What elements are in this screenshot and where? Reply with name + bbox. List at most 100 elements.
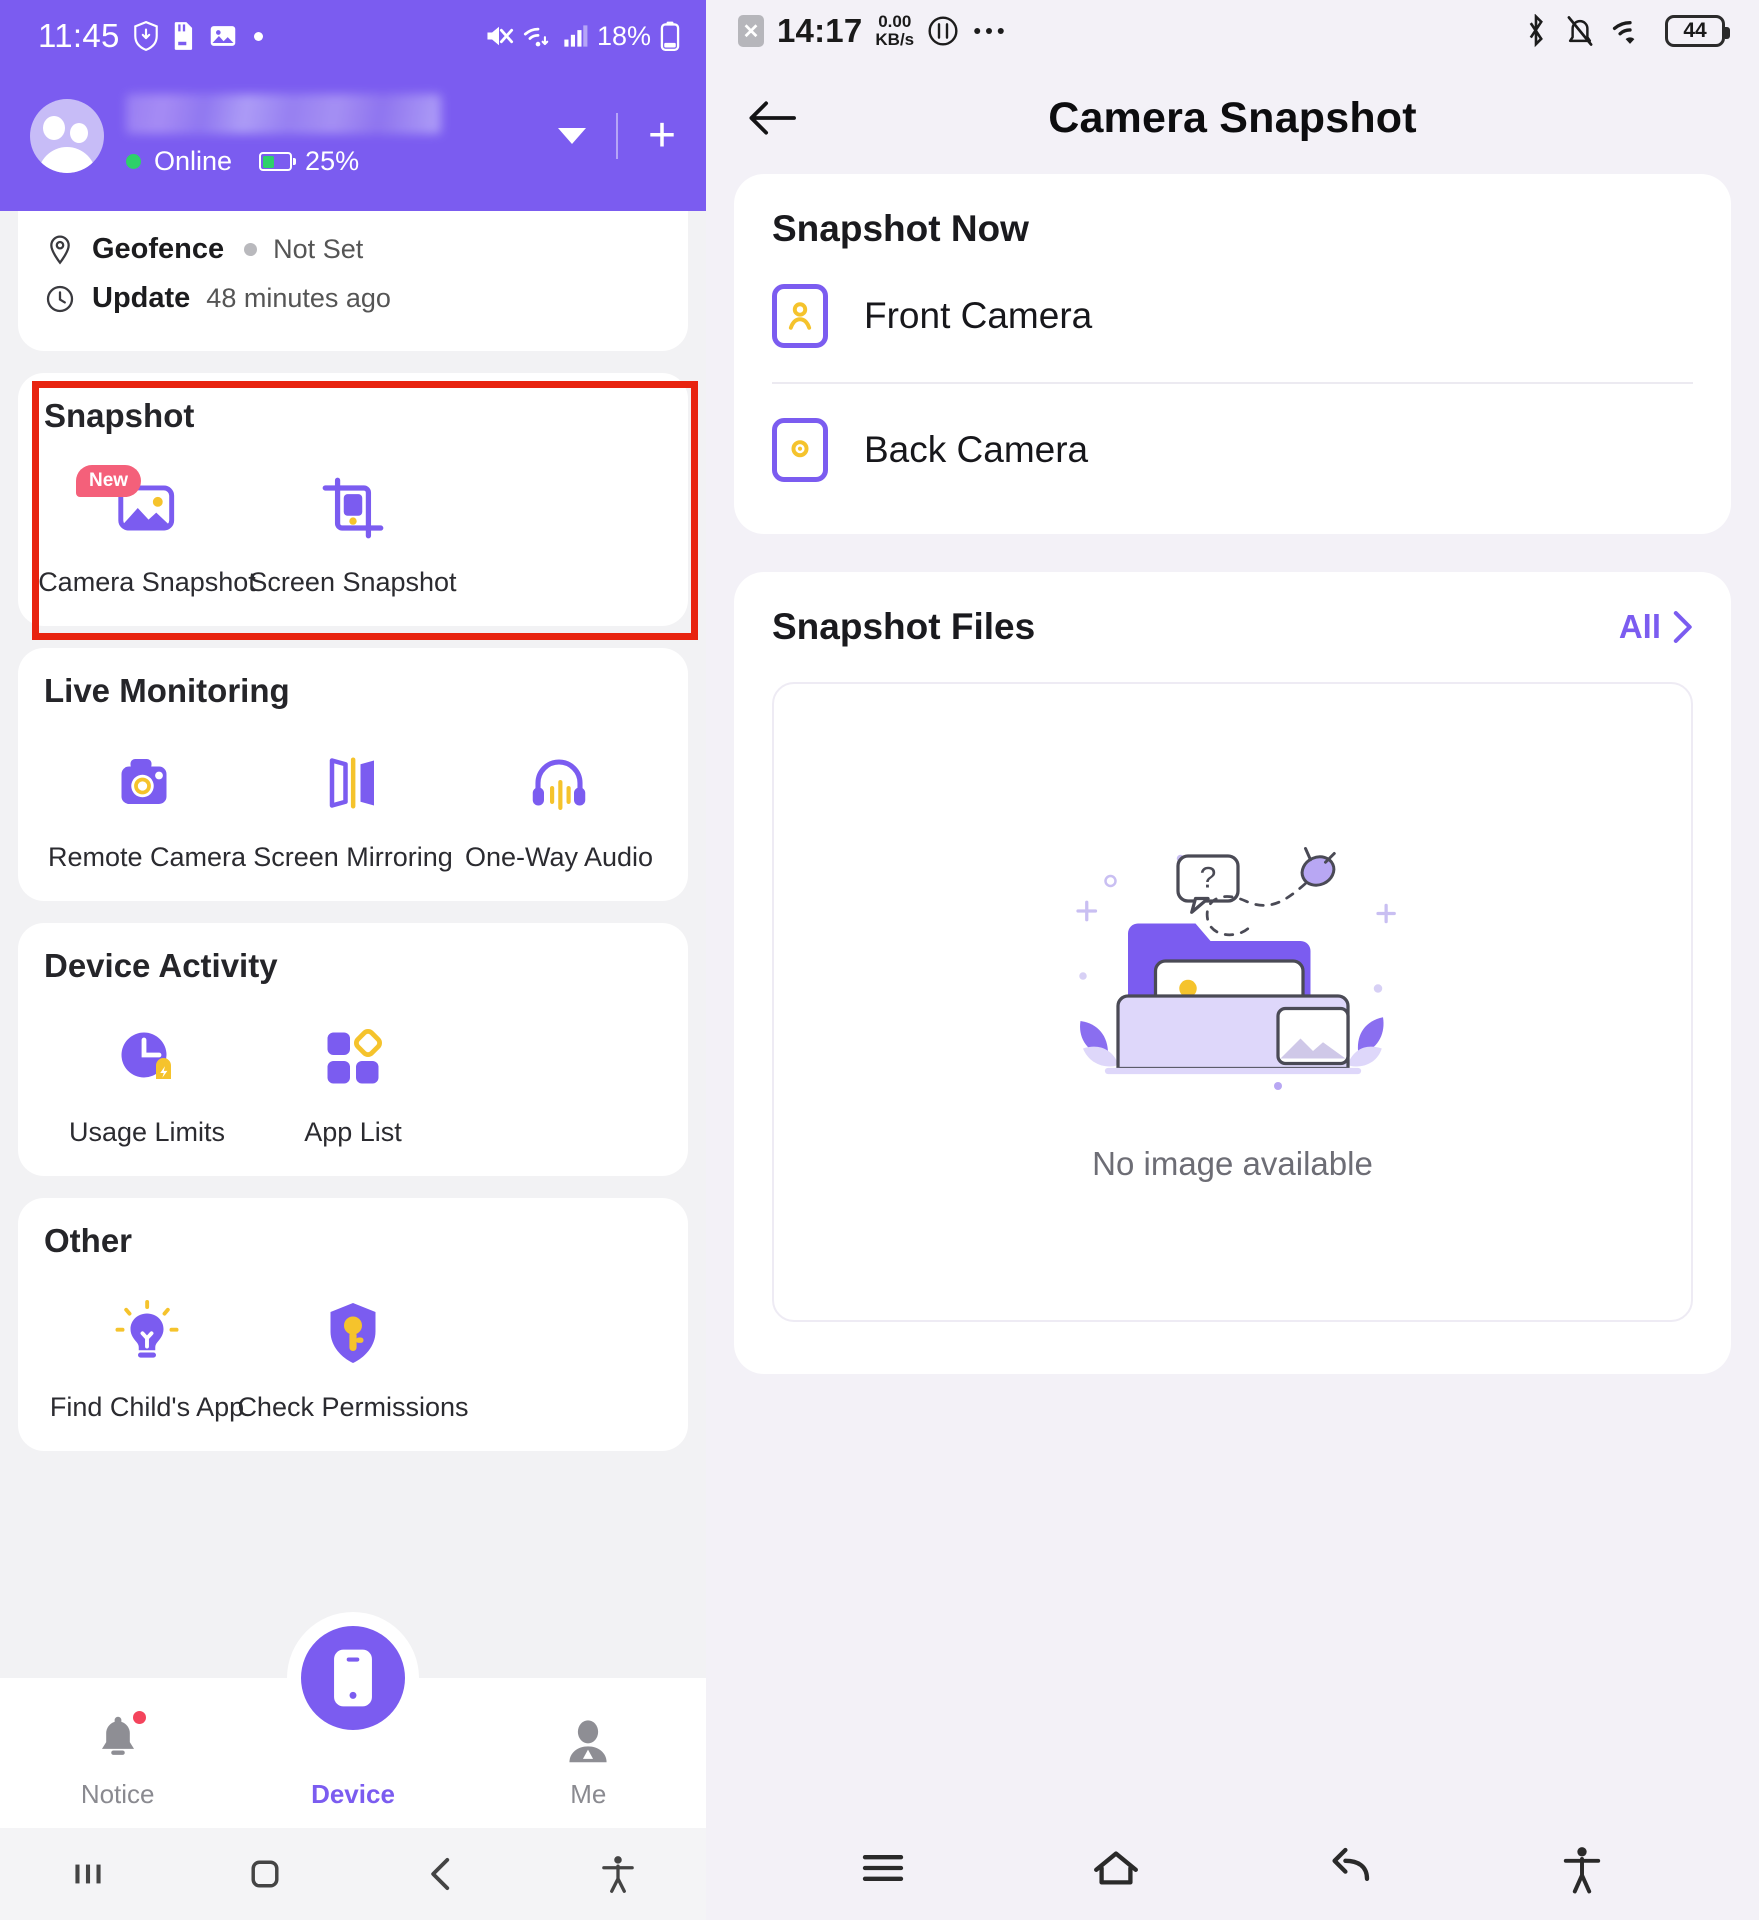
tile-app-list[interactable]: App List [250,1021,456,1148]
right-system-gesture-bar [706,1816,1759,1920]
section-device-activity: Device Activity Usage Limits App List [18,923,688,1176]
device-battery-label: 25% [305,146,360,176]
tile-label: App List [304,1117,402,1147]
all-files-link[interactable]: All [1619,608,1693,646]
tile-one-way-audio[interactable]: One-Way Audio [456,746,662,873]
nav-label: Notice [80,1779,155,1809]
app-bar: Camera Snapshot [706,62,1759,174]
chevron-down-icon[interactable] [557,127,586,144]
recents-icon[interactable] [66,1852,110,1896]
front-camera-label: Front Camera [864,295,1093,336]
shield-download-icon [133,21,158,51]
back-icon[interactable] [419,1852,463,1896]
menu-icon[interactable] [856,1841,910,1895]
battery-percent: 44 [1683,19,1707,42]
network-speed-value: 0.00 [878,12,912,32]
notice-badge-dot [132,1711,146,1724]
geofence-value: Not Set [273,234,364,264]
sd-card-icon [174,22,192,50]
tile-find-childs-app[interactable]: Find Child's App [44,1296,250,1423]
update-row[interactable]: Update 48 minutes ago [44,274,662,323]
geofence-status-dot [244,243,258,256]
screen-mirroring-icon [329,757,374,809]
data-transfer-icon [928,16,958,46]
geofence-icon [50,235,70,264]
tile-label: Find Child's App [49,1392,245,1422]
tile-remote-camera[interactable]: Remote Camera [44,746,250,873]
nav-label: Me [570,1779,607,1809]
home-icon[interactable] [243,1852,287,1896]
tile-check-permissions[interactable]: Check Permissions [237,1296,469,1423]
tile-camera-snapshot[interactable]: New Camera Snapshot [38,465,256,598]
accessibility-icon[interactable] [596,1852,640,1896]
lightbulb-icon [115,1300,179,1358]
page-title: Camera Snapshot [1048,93,1417,142]
section-title-snapshot: Snapshot [44,397,195,434]
dual-phone-screenshot: 11:45 18% Online 25% + Geofence Not Set … [0,0,1759,1920]
back-camera-icon [772,418,828,482]
wifi-icon [1612,20,1635,44]
screen-crop-icon [322,477,384,539]
shield-key-icon [330,1303,376,1363]
all-label: All [1618,608,1661,645]
snapshot-now-card: Snapshot Now Front Camera Back Camera [734,174,1731,534]
back-icon[interactable] [1322,1841,1376,1895]
image-icon [210,26,235,46]
phone-icon [334,1649,372,1707]
accessibility-icon[interactable] [1555,1841,1609,1895]
chevron-right-icon [1673,611,1692,643]
wifi-icon [523,27,549,47]
tile-screen-snapshot[interactable]: Screen Snapshot [249,471,457,598]
status-battery-percent: 18% [596,20,651,51]
right-content-area[interactable]: Snapshot Now Front Camera Back Camera Sn… [706,174,1759,1816]
empty-folder-illustration: ? [1075,847,1396,1090]
signal-icon [564,25,588,47]
dot-icon [253,31,263,41]
tile-screen-mirroring[interactable]: Screen Mirroring [250,746,456,873]
tile-label: Screen Snapshot [249,567,457,597]
person-icon [569,1720,607,1763]
device-battery-icon [259,152,297,171]
status-time: 14:17 [777,12,863,49]
nav-label: Device [311,1779,395,1809]
left-phone-screen: 11:45 18% Online 25% + Geofence Not Set … [0,0,706,1920]
device-fab-button[interactable] [301,1626,405,1730]
network-speed: 0.00 KB/s [875,13,914,49]
nav-item-notice[interactable]: Notice [0,1710,235,1810]
network-speed-unit: KB/s [875,30,915,49]
back-arrow-icon[interactable] [744,90,800,146]
front-camera-row[interactable]: Front Camera [772,250,1693,382]
device-info-card: Geofence Not Set Update 48 minutes ago [18,211,688,351]
profile-name-masked [126,94,441,134]
left-scroll-area[interactable]: Geofence Not Set Update 48 minutes ago S… [0,211,706,1678]
section-other: Other Find Child's App Check Permissions [18,1198,688,1451]
geofence-row[interactable]: Geofence Not Set [44,225,662,274]
left-system-gesture-bar [0,1828,706,1920]
section-title-live-monitoring: Live Monitoring [44,672,290,709]
tile-label: Check Permissions [237,1392,469,1422]
section-title-other: Other [44,1222,133,1259]
headphones-icon [532,759,586,810]
nav-item-me[interactable]: Me [471,1715,706,1810]
snapshot-now-title: Snapshot Now [772,208,1029,249]
plus-icon[interactable]: + [648,111,676,160]
section-snapshot: Snapshot New Camera Snapshot Screen Snap… [18,373,698,640]
svg-text:?: ? [1199,861,1216,894]
bluetooth-icon [1529,14,1543,48]
update-label: Update [92,282,191,314]
tile-label: Camera Snapshot [38,567,256,597]
account-header: Online 25% + [0,72,706,211]
status-time: 11:45 [38,17,120,54]
tile-usage-limits[interactable]: Usage Limits [44,1021,250,1148]
avatar[interactable] [30,98,104,173]
clock-icon [46,285,74,312]
home-icon[interactable] [1089,1841,1143,1895]
back-camera-row[interactable]: Back Camera [772,384,1693,516]
tile-label: One-Way Audio [464,842,654,872]
back-camera-label: Back Camera [864,429,1089,470]
battery-icon [660,21,680,51]
snapshot-files-card: Snapshot Files All ? No image available [734,572,1731,1374]
geofence-label: Geofence [92,233,225,265]
battery-icon: 44 [1665,15,1730,47]
snapshot-files-header: Snapshot Files All [772,606,1693,648]
